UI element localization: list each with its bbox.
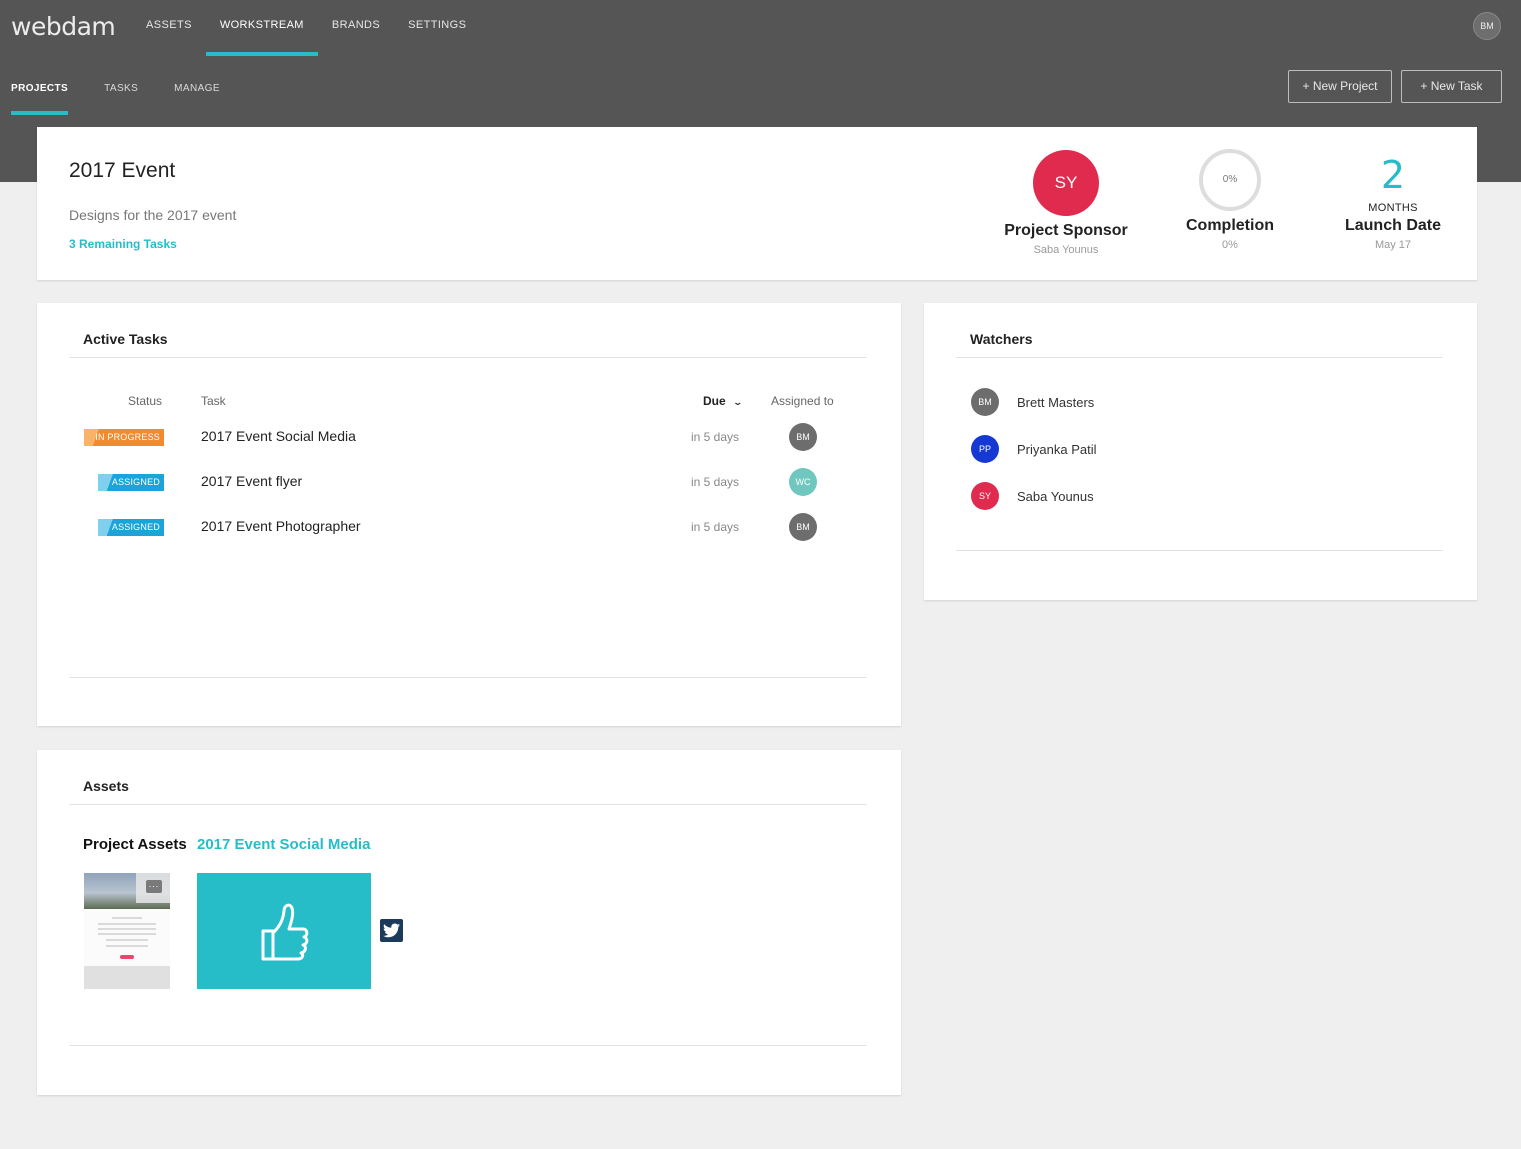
nav-workstream[interactable]: WORKSTREAM <box>205 0 318 56</box>
asset-thumbnail-social[interactable] <box>197 873 371 989</box>
nav-settings[interactable]: SETTINGS <box>394 0 480 56</box>
divider <box>956 550 1443 551</box>
assignee-avatar[interactable]: BM <box>789 423 817 451</box>
launch-months-unit: MONTHS <box>1368 202 1418 214</box>
asset-task-link[interactable]: 2017 Event Social Media <box>197 836 370 853</box>
project-assets-label: Project Assets <box>83 836 187 853</box>
sub-nav: PROJECTS TASKS MANAGE <box>11 70 256 115</box>
task-row[interactable]: ASSIGNED 2017 Event flyer in 5 days WC <box>37 468 901 498</box>
watcher-name: Saba Younus <box>1017 489 1094 504</box>
task-name[interactable]: 2017 Event Photographer <box>201 518 361 534</box>
thumbnail-footer <box>84 966 170 989</box>
subnav-projects[interactable]: PROJECTS <box>11 70 69 115</box>
main-nav: ASSETS WORKSTREAM BRANDS SETTINGS <box>132 0 480 56</box>
status-badge: IN PROGRESS <box>84 429 164 446</box>
completion-label: Completion <box>1186 217 1274 234</box>
project-header-card: 2017 Event Designs for the 2017 event 3 … <box>37 127 1477 280</box>
comment-icon[interactable]: ... <box>136 873 170 903</box>
subnav-manage[interactable]: MANAGE <box>174 70 220 115</box>
status-badge: ASSIGNED <box>98 519 164 536</box>
task-due: in 5 days <box>691 430 740 444</box>
chevron-down-icon: ⌄ <box>732 397 743 407</box>
watcher-name: Brett Masters <box>1017 395 1095 410</box>
watcher-name: Priyanka Patil <box>1017 442 1097 457</box>
nav-assets[interactable]: ASSETS <box>132 0 206 56</box>
remaining-tasks-link[interactable]: 3 Remaining Tasks <box>69 237 177 251</box>
completion-stat: 0% Completion 0% <box>1145 127 1315 251</box>
sponsor-name: Saba Younus <box>1033 244 1099 256</box>
watchers-title: Watchers <box>956 331 1443 358</box>
task-row[interactable]: IN PROGRESS 2017 Event Social Media in 5… <box>37 423 901 453</box>
task-row[interactable]: ASSIGNED 2017 Event Photographer in 5 da… <box>37 513 901 543</box>
avatar: BM <box>971 388 999 416</box>
task-name[interactable]: 2017 Event flyer <box>201 473 302 489</box>
status-badge: ASSIGNED <box>98 474 164 491</box>
assets-card: Assets Project Assets 2017 Event Social … <box>37 750 901 1095</box>
assets-title: Assets <box>69 778 867 805</box>
watchers-card: Watchers BM Brett Masters PP Priyanka Pa… <box>924 303 1477 600</box>
task-name[interactable]: 2017 Event Social Media <box>201 428 356 444</box>
active-tasks-title: Active Tasks <box>69 331 867 358</box>
task-column-header: Task <box>201 394 226 408</box>
due-sort-header[interactable]: Due ⌄ <box>703 394 743 408</box>
twitter-icon[interactable] <box>380 919 403 942</box>
subnav-tasks[interactable]: TASKS <box>104 70 138 115</box>
nav-brands[interactable]: BRANDS <box>318 0 394 56</box>
new-task-button[interactable]: + New Task <box>1401 70 1502 103</box>
task-due: in 5 days <box>691 520 740 534</box>
project-sponsor-stat: SY Project Sponsor Saba Younus <box>981 127 1151 256</box>
assignee-avatar[interactable]: WC <box>789 468 817 496</box>
thumbnail-button <box>120 955 134 959</box>
new-project-button[interactable]: + New Project <box>1288 70 1392 103</box>
status-column-header: Status <box>128 394 163 408</box>
launch-months-number: 2 <box>1380 153 1406 197</box>
completion-value: 0% <box>1222 239 1238 251</box>
divider <box>69 677 867 678</box>
due-column-label: Due <box>703 394 726 408</box>
sponsor-avatar[interactable]: SY <box>1033 150 1099 216</box>
task-due: in 5 days <box>691 475 740 489</box>
webdam-logo[interactable]: webdam <box>11 12 116 41</box>
divider <box>69 1045 867 1046</box>
user-avatar[interactable]: BM <box>1473 12 1501 40</box>
completion-ring: 0% <box>1199 149 1261 211</box>
thumbs-up-icon <box>261 903 309 961</box>
asset-thumbnail-flyer[interactable]: ... <box>84 873 170 989</box>
assigned-column-header: Assigned to <box>771 394 834 408</box>
assignee-avatar[interactable]: BM <box>789 513 817 541</box>
launch-date-label: Launch Date <box>1344 217 1441 234</box>
sponsor-label: Project Sponsor <box>1004 222 1128 239</box>
active-tasks-card: Active Tasks Status Task Due ⌄ Assigned t… <box>37 303 901 726</box>
avatar: SY <box>971 482 999 510</box>
avatar: PP <box>971 435 999 463</box>
project-title: 2017 Event <box>69 159 176 182</box>
launch-date-stat: 2 MONTHS Launch Date May 17 <box>1308 127 1478 251</box>
project-description: Designs for the 2017 event <box>69 207 237 223</box>
launch-date-value: May 17 <box>1374 239 1412 251</box>
